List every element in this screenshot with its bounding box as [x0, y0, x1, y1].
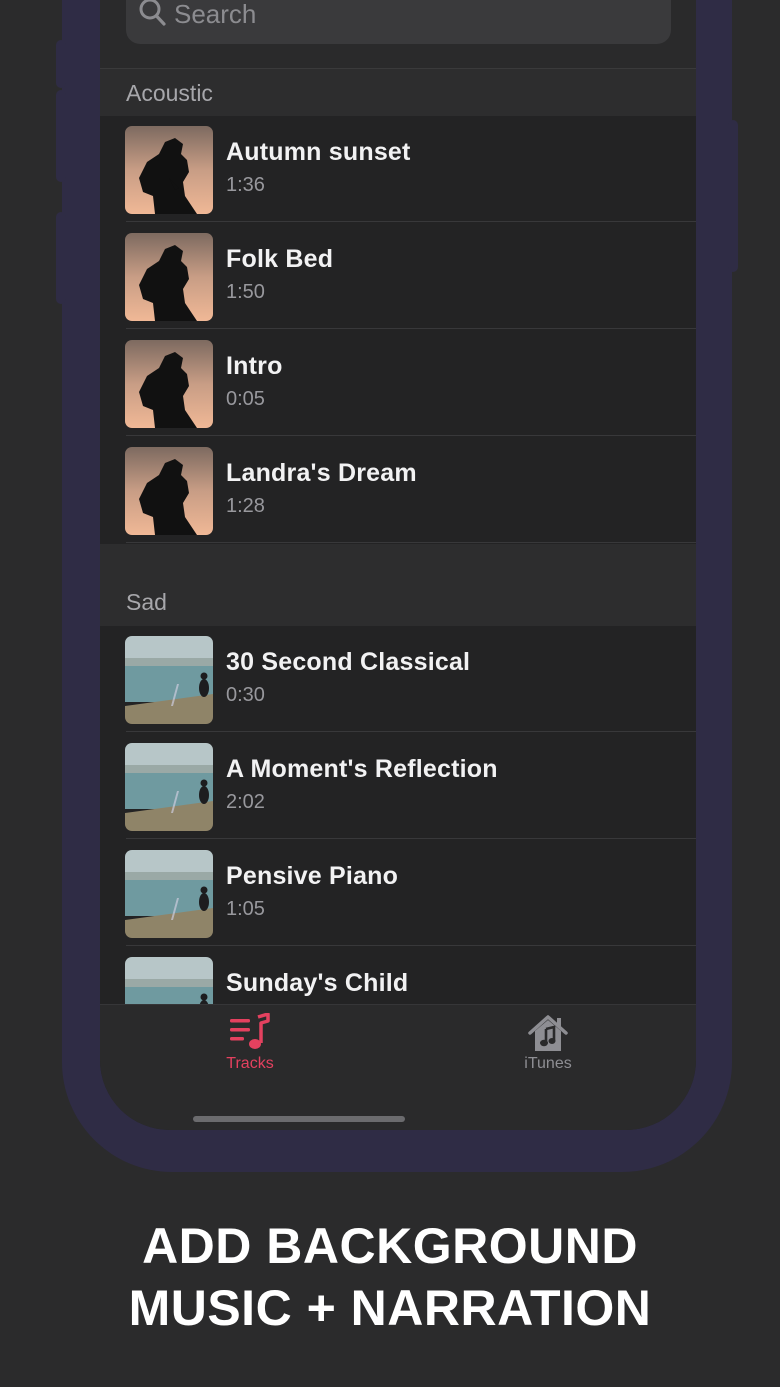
track-title: Sunday's Child: [226, 969, 409, 997]
music-house-icon: [528, 1015, 568, 1051]
track-row[interactable]: Landra's Dream 1:28: [100, 437, 696, 543]
track-duration: 1:36: [226, 174, 265, 196]
tab-label: iTunes: [524, 1055, 572, 1072]
phone-side-button: [56, 40, 66, 88]
tab-bar: Tracks iTunes: [100, 1004, 696, 1130]
row-divider: [126, 945, 696, 946]
track-title: 30 Second Classical: [226, 648, 471, 676]
home-indicator[interactable]: [193, 1116, 405, 1122]
section-title: Acoustic: [126, 80, 213, 106]
section-header-acoustic: Acoustic: [100, 68, 696, 117]
track-duration: 0:30: [226, 684, 265, 706]
track-row[interactable]: Pensive Piano 1:05: [100, 840, 696, 946]
album-art-hiker: [125, 447, 213, 535]
phone-side-button: [728, 120, 738, 272]
album-art-hiker: [125, 233, 213, 321]
track-duration: 1:28: [226, 495, 265, 517]
track-title: Landra's Dream: [226, 459, 417, 487]
album-art-sea: [125, 850, 213, 938]
track-row[interactable]: Autumn sunset 1:36: [100, 116, 696, 222]
row-divider: [126, 838, 696, 839]
album-art-hiker: [125, 340, 213, 428]
track-title: Pensive Piano: [226, 862, 399, 890]
music-list-icon: [230, 1013, 270, 1049]
track-title: Intro: [226, 352, 283, 380]
track-title: Autumn sunset: [226, 138, 411, 166]
track-row[interactable]: 30 Second Classical 0:30: [100, 626, 696, 732]
track-row[interactable]: A Moment's Reflection 2:02: [100, 733, 696, 839]
section-header-sad: Sad: [100, 544, 696, 626]
app-screen: Acoustic Autumn sunset 1:36 Folk Bed: [100, 0, 696, 1130]
search-icon: [139, 0, 166, 26]
tab-itunes[interactable]: iTunes: [468, 1013, 628, 1083]
track-row[interactable]: Folk Bed 1:50: [100, 223, 696, 329]
search-area: [100, 0, 696, 68]
row-divider: [126, 221, 696, 222]
row-divider: [126, 328, 696, 329]
track-duration: 2:02: [226, 791, 265, 813]
track-duration: 1:05: [226, 898, 265, 920]
search-input[interactable]: [174, 0, 654, 32]
track-title: A Moment's Reflection: [226, 755, 498, 783]
section-title: Sad: [126, 589, 167, 615]
promo-line: MUSIC + NARRATION: [128, 1280, 652, 1336]
track-duration: 0:05: [226, 388, 265, 410]
row-divider: [126, 731, 696, 732]
track-row[interactable]: Intro 0:05: [100, 330, 696, 436]
row-divider: [126, 542, 696, 543]
album-art-sea: [125, 636, 213, 724]
tab-tracks[interactable]: Tracks: [170, 1013, 330, 1083]
track-title: Folk Bed: [226, 245, 334, 273]
album-art-hiker: [125, 126, 213, 214]
row-divider: [126, 435, 696, 436]
promo-line: ADD BACKGROUND: [142, 1218, 638, 1274]
tab-label: Tracks: [226, 1055, 274, 1072]
promo-caption: ADD BACKGROUND MUSIC + NARRATION: [0, 1215, 780, 1339]
phone-side-button: [56, 212, 66, 304]
track-duration: 1:50: [226, 281, 265, 303]
album-art-sea: [125, 743, 213, 831]
search-bar[interactable]: [126, 0, 671, 44]
phone-side-button: [56, 90, 66, 182]
